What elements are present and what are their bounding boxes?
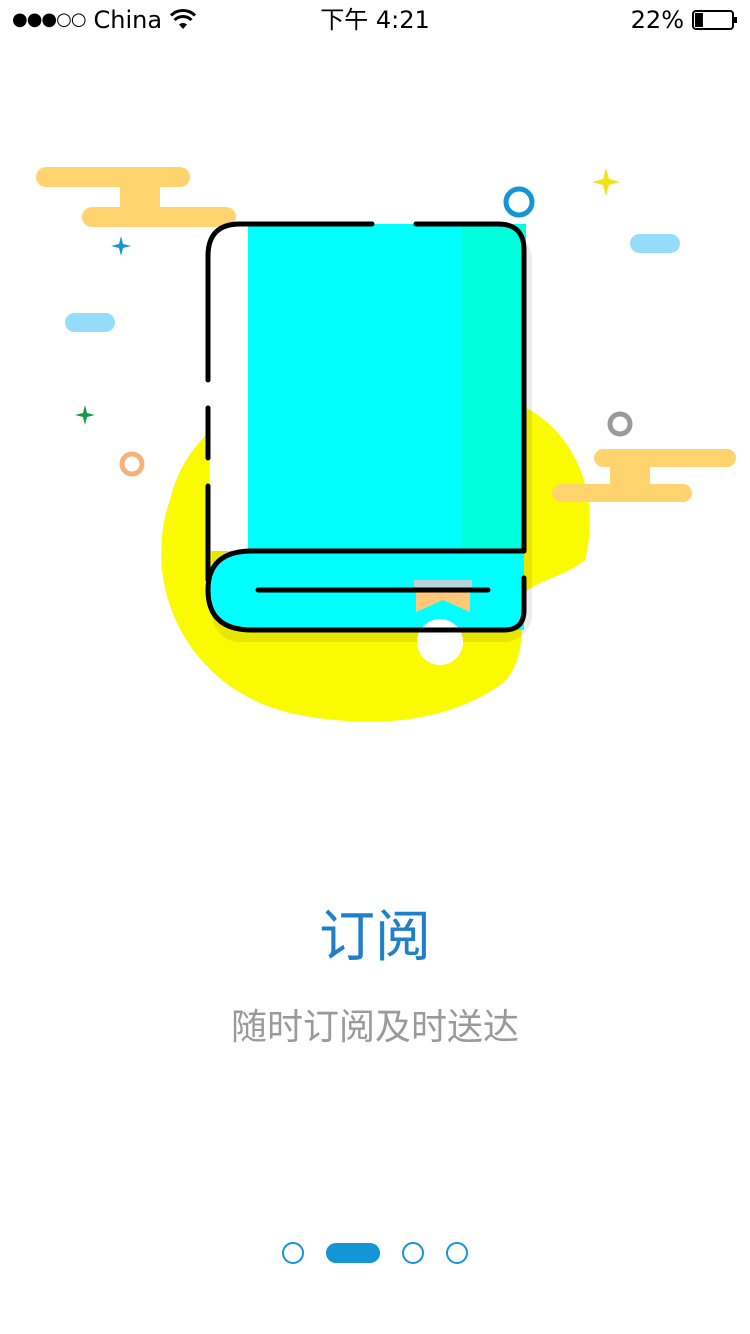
- ring-orange: [119, 451, 145, 477]
- ring-blue: [503, 186, 535, 218]
- battery-percentage: 22%: [630, 6, 684, 34]
- status-right: 22%: [631, 6, 738, 34]
- status-bar: ●●●○○ China 下午 4:21 22%: [0, 0, 750, 40]
- page-dot[interactable]: [402, 1242, 424, 1264]
- book-illustration: [36, 167, 736, 722]
- cloud-top-left: [36, 167, 236, 227]
- page-indicator[interactable]: [0, 1240, 750, 1266]
- page-dot-active[interactable]: [326, 1243, 380, 1263]
- page-subtitle: 随时订阅及时送达: [230, 1007, 519, 1048]
- blue-pill-right: [630, 234, 680, 253]
- sparkle-blue: [111, 236, 131, 256]
- ring-gray: [607, 411, 633, 437]
- white-circle: [417, 619, 463, 665]
- book-spine: [208, 224, 248, 551]
- page-dot[interactable]: [446, 1242, 468, 1264]
- page-dot[interactable]: [282, 1242, 304, 1264]
- sparkle-yellow: [592, 168, 620, 196]
- book-cover-shade: [462, 224, 526, 551]
- battery-icon: [692, 10, 737, 30]
- page-title: 订阅: [319, 905, 431, 970]
- blue-pill-left: [65, 313, 115, 332]
- sparkle-green: [75, 405, 95, 425]
